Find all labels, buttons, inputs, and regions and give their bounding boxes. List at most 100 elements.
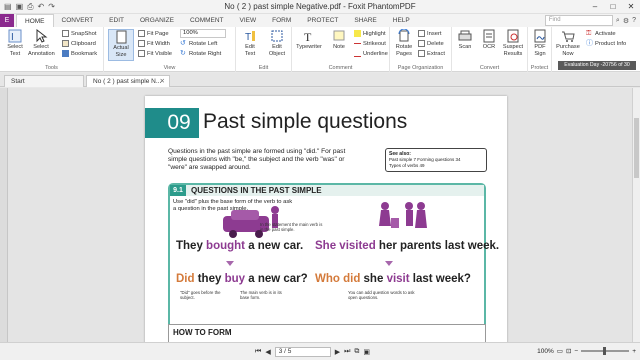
fit-visible-button[interactable]: Fit Visible bbox=[138, 50, 172, 57]
bookmark-button[interactable]: Bookmark bbox=[62, 50, 97, 57]
edit-group-label: Edit bbox=[258, 65, 269, 71]
ribbon-tabs: HOME CONVERT EDIT ORGANIZE COMMENT VIEW … bbox=[16, 14, 418, 27]
chapter-number: 09 bbox=[159, 108, 199, 138]
page-number-input[interactable]: 3 / 5 bbox=[274, 347, 331, 357]
tab-comment[interactable]: COMMENT bbox=[182, 14, 232, 27]
edit-object-icon bbox=[271, 30, 283, 42]
product-info-button[interactable]: ⓘ Product Info bbox=[586, 40, 626, 47]
navigation-panel[interactable] bbox=[0, 88, 8, 342]
tab-view[interactable]: VIEW bbox=[232, 14, 265, 27]
tab-share[interactable]: SHARE bbox=[346, 14, 384, 27]
close-icon[interactable]: ✕ bbox=[622, 0, 640, 14]
settings-icon[interactable]: ⚙ bbox=[623, 17, 629, 25]
chapter-title: Past simple questions bbox=[203, 110, 408, 133]
tab-organize[interactable]: ORGANIZE bbox=[132, 14, 182, 27]
minimize-icon[interactable]: – bbox=[586, 0, 604, 14]
strikeout-icon bbox=[354, 43, 361, 47]
info-icon: ⓘ bbox=[586, 40, 593, 47]
maximize-icon[interactable]: □ bbox=[604, 0, 622, 14]
insert-button[interactable]: Insert bbox=[418, 30, 442, 37]
ocr-button[interactable]: OCR bbox=[476, 29, 502, 51]
file-tab[interactable]: E bbox=[0, 14, 14, 27]
help-icon[interactable]: ? bbox=[632, 17, 636, 24]
close-tab-icon[interactable]: ✕ bbox=[160, 76, 165, 87]
activate-button[interactable]: ⚿ Activate bbox=[586, 30, 616, 37]
camera-icon bbox=[62, 30, 69, 37]
underline-button[interactable]: Underline bbox=[354, 50, 388, 57]
sign-icon bbox=[534, 29, 546, 43]
actual-size-button[interactable]: Actual Size bbox=[108, 29, 134, 61]
group-edit: T Edit Text Edit Object Edit bbox=[236, 27, 292, 72]
rotate-left-button[interactable]: ↺ Rotate Left bbox=[180, 40, 217, 47]
edit-object-button[interactable]: Edit Object bbox=[264, 29, 290, 57]
tab-edit[interactable]: EDIT bbox=[101, 14, 132, 27]
copy-page-icon[interactable]: ⧉ bbox=[354, 348, 359, 356]
clipboard-button[interactable]: Clipboard bbox=[62, 40, 96, 47]
snapshot-button[interactable]: SnapShot bbox=[62, 30, 96, 37]
zoom-out-icon[interactable]: − bbox=[574, 348, 578, 355]
tab-convert[interactable]: CONVERT bbox=[54, 14, 102, 27]
zoom-slider[interactable] bbox=[581, 347, 630, 355]
strikeout-button[interactable]: Strikeout bbox=[354, 40, 386, 47]
down-arrow-icon bbox=[226, 261, 234, 266]
rotate-pages-icon bbox=[398, 29, 410, 42]
find-input[interactable]: Find bbox=[544, 15, 613, 26]
edit-text-button[interactable]: T Edit Text bbox=[237, 29, 263, 57]
previous-page-icon[interactable]: ◀ bbox=[265, 348, 270, 356]
select-text-button[interactable]: I Select Text bbox=[2, 29, 28, 57]
search-icon[interactable]: ⌕ bbox=[616, 17, 620, 25]
fit-width-button[interactable]: Fit Width bbox=[138, 40, 170, 47]
note-button[interactable]: Note bbox=[326, 29, 352, 51]
vertical-scrollbar[interactable] bbox=[632, 88, 640, 342]
scanner-icon bbox=[458, 30, 472, 41]
view-mode-icon[interactable]: ▭ bbox=[557, 347, 563, 355]
purchase-now-button[interactable]: Purchase Now bbox=[554, 29, 582, 57]
fit-visible-icon bbox=[138, 50, 145, 57]
typewriter-button[interactable]: T Typewriter bbox=[294, 29, 324, 51]
chapter-banner: 09 Past simple questions bbox=[145, 108, 507, 138]
rotate-pages-button[interactable]: Rotate Pages bbox=[391, 29, 417, 57]
comment-group-label: Comment bbox=[328, 65, 353, 71]
first-page-icon[interactable]: ⏮ bbox=[255, 348, 261, 356]
tab-help[interactable]: HELP bbox=[385, 14, 418, 27]
title-bar: ▤ ▣ ⎙ ↶ ↷ No ( 2 ) past simple Negative.… bbox=[0, 0, 640, 14]
page-organization-group-label: Page Organization bbox=[397, 65, 444, 71]
zoom-in-icon[interactable]: + bbox=[632, 348, 636, 355]
tab-home[interactable]: HOME bbox=[16, 14, 54, 27]
family-car-illustration bbox=[223, 206, 279, 238]
note-base-form: The main verb is in its base form. bbox=[240, 290, 282, 300]
pdf-sign-button[interactable]: PDF Sign bbox=[527, 29, 553, 57]
last-page-icon[interactable]: ⏭ bbox=[344, 348, 350, 356]
scrollbar-thumb[interactable] bbox=[634, 118, 639, 178]
next-page-icon[interactable]: ▶ bbox=[335, 348, 340, 356]
see-also-box: See also: Past simple 7 Forming question… bbox=[385, 148, 487, 172]
extract-button[interactable]: Extract bbox=[418, 50, 445, 57]
how-to-form-title: HOW TO FORM bbox=[173, 328, 232, 337]
rotate-right-button[interactable]: ↻ Rotate Right bbox=[180, 50, 221, 57]
page-layout-icon[interactable]: ▣ bbox=[363, 348, 370, 356]
suspect-results-button[interactable]: Suspect Results bbox=[500, 29, 526, 57]
svg-text:T: T bbox=[304, 30, 312, 43]
note-did-before-subject: "Did" goes before the subject. bbox=[180, 290, 221, 300]
cursor-icon bbox=[36, 29, 48, 43]
scan-button[interactable]: Scan bbox=[452, 29, 478, 51]
svg-text:I: I bbox=[11, 32, 14, 43]
zoom-level: 100% bbox=[537, 347, 554, 355]
zoom-select[interactable]: 100% bbox=[180, 29, 226, 38]
doc-tab-active[interactable]: No ( 2 ) past simple N... ✕ bbox=[86, 75, 170, 87]
window-controls: – □ ✕ bbox=[586, 0, 640, 14]
doc-tab-start[interactable]: Start bbox=[4, 75, 84, 87]
group-convert: Scan OCR Suspect Results Convert bbox=[452, 27, 528, 72]
key-icon: ⚿ bbox=[586, 30, 592, 37]
highlight-button[interactable]: Highlight bbox=[354, 30, 386, 37]
select-annotation-button[interactable]: Select Annotation bbox=[28, 29, 55, 57]
fit-icon[interactable]: ⊡ bbox=[566, 347, 571, 355]
fit-page-button[interactable]: Fit Page bbox=[138, 30, 169, 37]
typewriter-icon: T bbox=[304, 30, 312, 43]
tab-protect[interactable]: PROTECT bbox=[299, 14, 346, 27]
zoom-slider-knob[interactable] bbox=[603, 347, 607, 355]
delete-button[interactable]: Delete bbox=[418, 40, 444, 47]
tab-form[interactable]: FORM bbox=[264, 14, 299, 27]
pdf-page: 09 Past simple questions Questions in th… bbox=[145, 96, 507, 356]
extract-icon bbox=[418, 50, 425, 57]
